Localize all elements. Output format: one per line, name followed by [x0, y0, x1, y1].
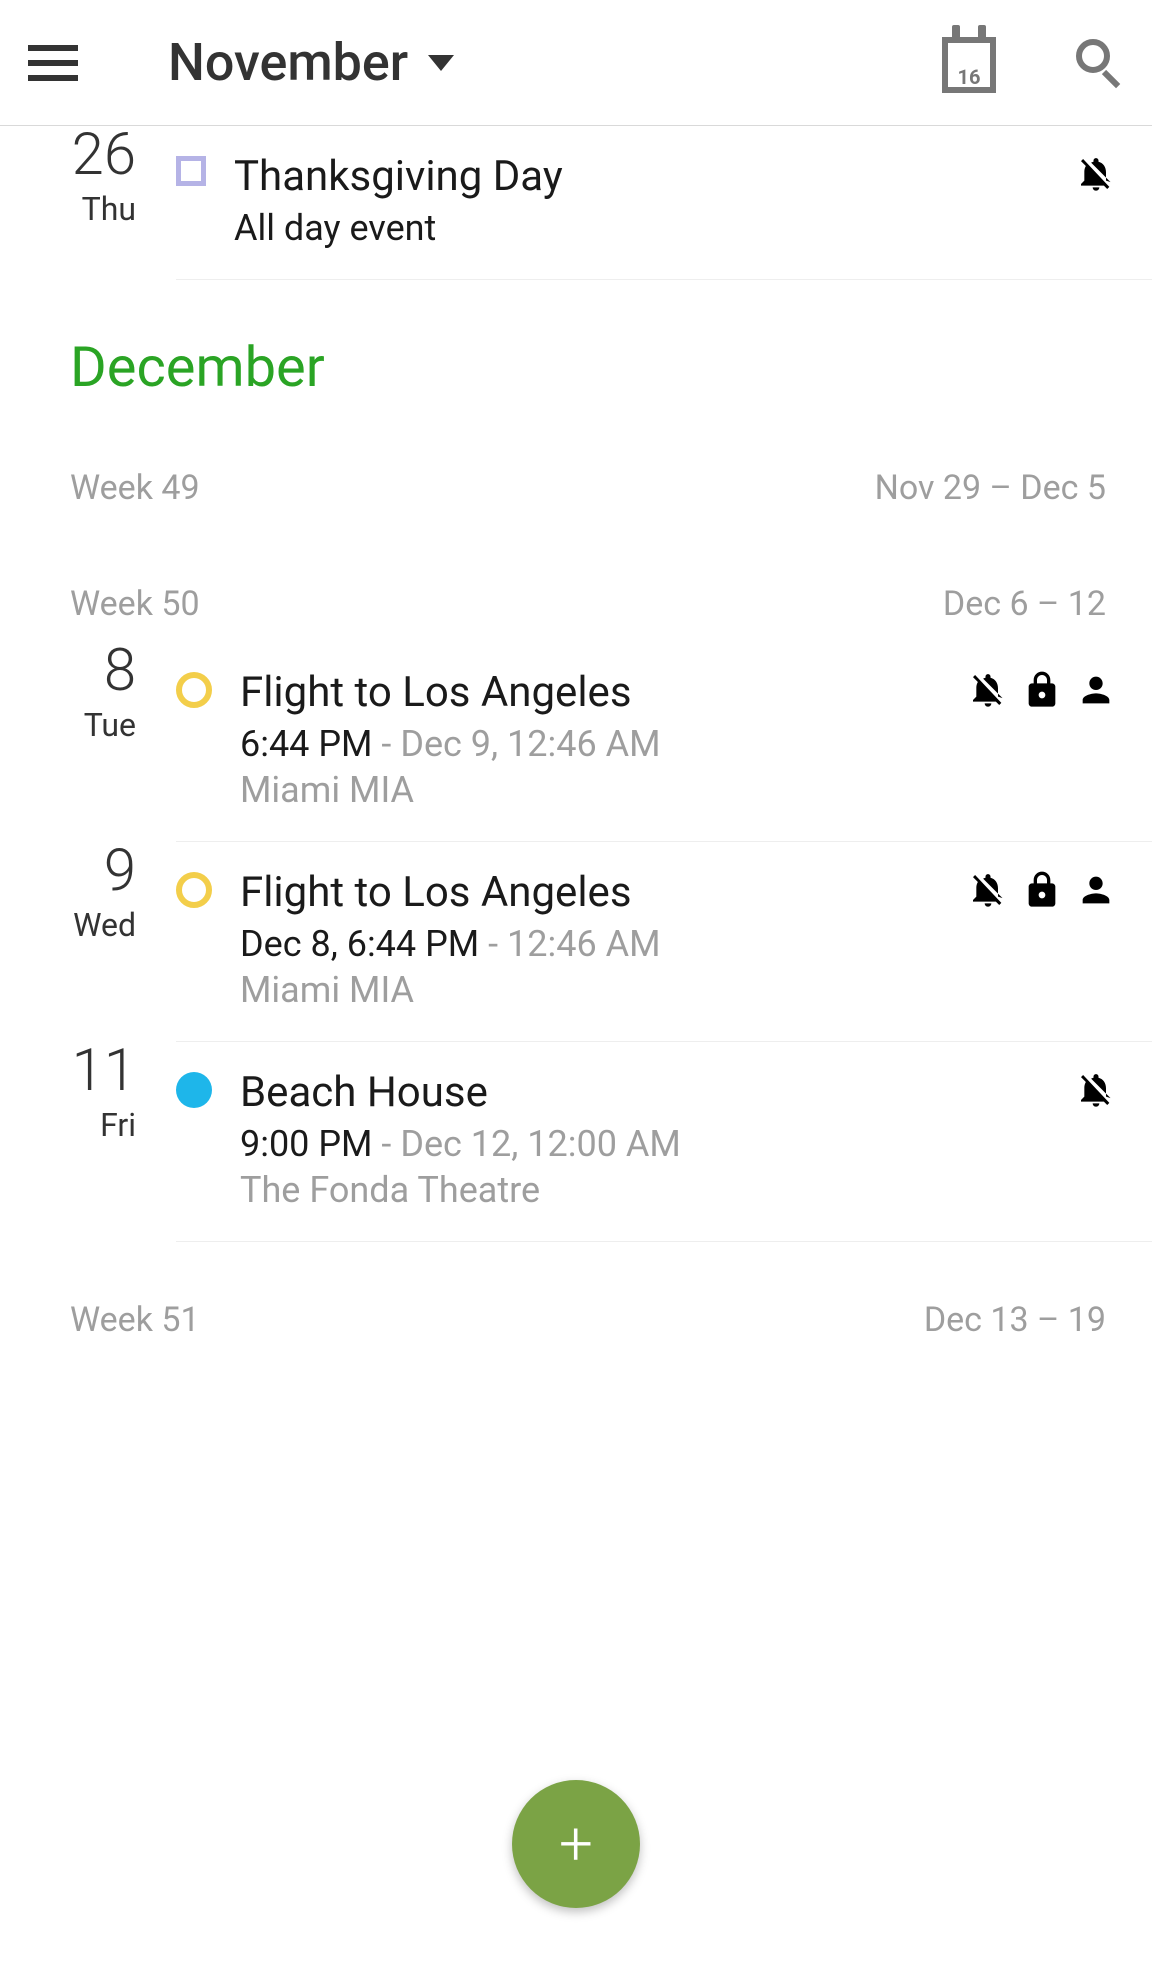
event-title: Thanksgiving Day	[234, 152, 1076, 201]
month-dropdown[interactable]: November	[168, 32, 454, 93]
week-range: Dec 13 – 19	[924, 1300, 1106, 1340]
day-number: 11	[0, 1042, 136, 1100]
event-title: Flight to Los Angeles	[240, 868, 968, 917]
person-icon	[1076, 670, 1116, 710]
week-range: Dec 6 – 12	[943, 584, 1106, 624]
calendar-color-marker	[176, 872, 212, 908]
week-label: Week 50	[70, 584, 200, 624]
lock-icon	[1022, 670, 1062, 710]
month-label: November	[168, 32, 408, 93]
day-abbr: Wed	[0, 906, 136, 944]
agenda-list: 26 Thu Thanksgiving Day All day event Decemb…	[0, 126, 1152, 1358]
event-time: Dec 8, 6:44 PM - 12:46 AM	[240, 923, 968, 965]
event-location: Miami MIA	[240, 769, 968, 811]
event-indicators	[1076, 152, 1116, 249]
event-time: 9:00 PM - Dec 12, 12:00 AM	[240, 1123, 1076, 1165]
lock-icon	[1022, 870, 1062, 910]
event-time: 6:44 PM - Dec 9, 12:46 AM	[240, 723, 968, 765]
today-icon[interactable]: 16	[942, 33, 996, 93]
week-label: Week 49	[70, 468, 200, 508]
menu-icon[interactable]	[28, 45, 78, 81]
event-date: 9 Wed	[0, 842, 176, 944]
calendar-color-marker	[176, 1072, 212, 1108]
plus-icon: +	[559, 1814, 593, 1874]
bell-off-icon	[1076, 154, 1116, 194]
event-title: Beach House	[240, 1068, 1076, 1117]
week-header: Week 49 Nov 29 – Dec 5	[0, 410, 1152, 526]
person-icon	[1076, 870, 1116, 910]
month-heading: December	[0, 280, 1152, 410]
day-number: 9	[0, 842, 136, 900]
app-header: November 16	[0, 0, 1152, 126]
event-time: All day event	[234, 207, 1076, 249]
day-abbr: Tue	[0, 706, 136, 744]
event-item[interactable]: 11 Fri Beach House 9:00 PM - Dec 12, 12:00 …	[0, 1042, 1152, 1242]
chevron-down-icon	[428, 55, 454, 71]
event-item[interactable]: 9 Wed Flight to Los Angeles Dec 8, 6:44 PM …	[0, 842, 1152, 1042]
event-indicators	[968, 868, 1116, 1011]
bell-off-icon	[968, 670, 1008, 710]
week-label: Week 51	[70, 1300, 200, 1340]
event-indicators	[1076, 1068, 1116, 1211]
search-icon[interactable]	[1076, 39, 1124, 87]
event-location: Miami MIA	[240, 969, 968, 1011]
week-header: Week 50 Dec 6 – 12	[0, 526, 1152, 642]
event-date: 8 Tue	[0, 642, 176, 744]
event-indicators	[968, 668, 1116, 811]
bell-off-icon	[968, 870, 1008, 910]
week-range: Nov 29 – Dec 5	[875, 468, 1106, 508]
event-item[interactable]: 26 Thu Thanksgiving Day All day event	[0, 126, 1152, 280]
today-badge: 16	[942, 65, 996, 89]
day-abbr: Thu	[0, 190, 136, 228]
event-title: Flight to Los Angeles	[240, 668, 968, 717]
calendar-color-marker	[176, 672, 212, 708]
day-number: 26	[0, 126, 136, 184]
event-date: 11 Fri	[0, 1042, 176, 1144]
event-item[interactable]: 8 Tue Flight to Los Angeles 6:44 PM - Dec 9…	[0, 642, 1152, 842]
calendar-color-marker	[176, 156, 206, 186]
day-abbr: Fri	[0, 1106, 136, 1144]
event-location: The Fonda Theatre	[240, 1169, 1076, 1211]
bell-off-icon	[1076, 1070, 1116, 1110]
add-event-button[interactable]: +	[512, 1780, 640, 1908]
day-number: 8	[0, 642, 136, 700]
event-date: 26 Thu	[0, 126, 176, 228]
week-header: Week 51 Dec 13 – 19	[0, 1242, 1152, 1358]
